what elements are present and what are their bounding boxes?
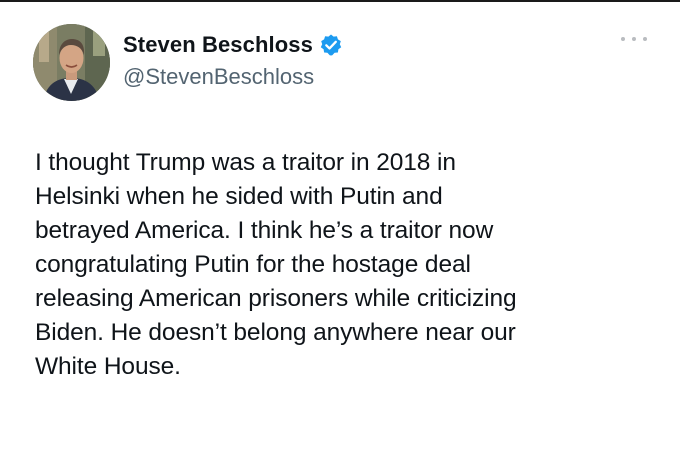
avatar[interactable] xyxy=(33,24,110,101)
more-dot xyxy=(632,37,636,41)
author-display-name[interactable]: Steven Beschloss xyxy=(123,32,313,58)
tweet-card: Steven Beschloss @StevenBeschloss I thou… xyxy=(0,0,680,458)
author-handle[interactable]: @StevenBeschloss xyxy=(123,64,314,90)
more-dot xyxy=(643,37,647,41)
verified-badge-icon xyxy=(319,33,343,57)
tweet-text: I thought Trump was a traitor in 2018 in… xyxy=(35,149,517,380)
avatar-photo xyxy=(33,24,110,101)
author-name-row[interactable]: Steven Beschloss xyxy=(123,31,343,59)
more-dot xyxy=(621,37,625,41)
more-options-icon[interactable] xyxy=(621,32,647,46)
